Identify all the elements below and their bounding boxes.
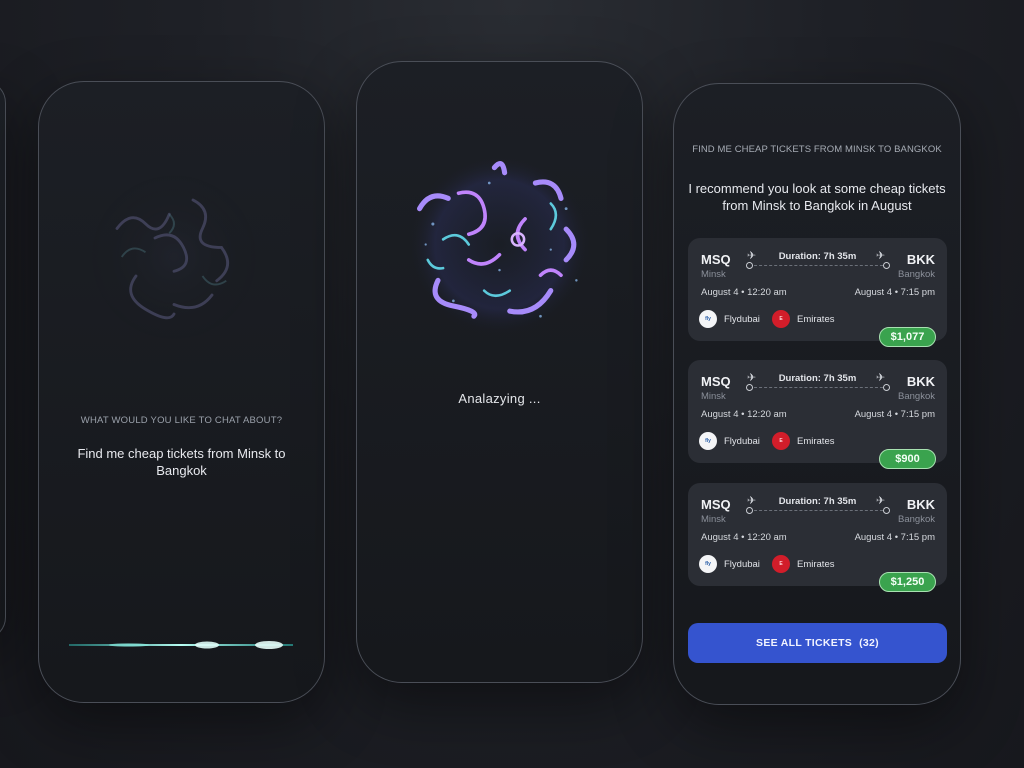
arrival-time: August 4 • 7:15 pm [854,532,935,543]
airline-flydubai: fly Flydubai [699,310,760,328]
destination-code: BKK [906,374,935,389]
emirates-logo-icon: E [772,310,790,328]
route-end-dot [883,507,890,514]
phone-frame-results: FIND ME CHEAP TICKETS FROM MINSK TO BANG… [673,83,961,705]
route-start-dot [746,262,753,269]
user-prompt-text: Find me cheap tickets from Minsk to Bang… [77,446,286,478]
flydubai-logo-icon: fly [699,310,717,328]
route-line [749,510,888,511]
route-line [749,265,888,266]
departure-time: August 4 • 12:20 am [701,409,787,420]
route-end-dot [883,262,890,269]
particle-orb-graphic [86,169,262,345]
departure-time: August 4 • 12:20 am [701,532,787,543]
ticket-card[interactable]: MSQ Minsk ✈ Duration: 7h 35m ✈ BKK Bangk… [688,483,947,592]
voice-orb-dim [79,162,269,352]
origin-city: Minsk [701,514,726,525]
airline-flydubai: fly Flydubai [699,432,760,450]
see-all-count: (32) [859,637,879,649]
airline-emirates: E Emirates [772,310,834,328]
destination-city: Bangkok [898,391,935,402]
query-caption: FIND ME CHEAP TICKETS FROM MINSK TO BANG… [692,144,942,155]
route-end-dot [883,384,890,391]
see-all-tickets-button[interactable]: SEE ALL TICKETS (32) [688,623,947,663]
voice-waveform[interactable] [69,637,293,653]
flydubai-logo-icon: fly [699,555,717,573]
emirates-logo-icon: E [772,555,790,573]
airline-name: Flydubai [724,435,760,447]
route-start-dot [746,384,753,391]
origin-city: Minsk [701,391,726,402]
airline-name: Emirates [797,435,835,447]
emirates-logo-icon: E [772,432,790,450]
voice-orb-active [397,147,602,342]
airline-emirates: E Emirates [772,432,834,450]
airline-name: Emirates [797,558,835,570]
price-badge[interactable]: $1,077 [879,327,936,347]
destination-code: BKK [906,497,935,512]
ticket-card[interactable]: MSQ Minsk ✈ Duration: 7h 35m ✈ BKK Bangk… [688,360,947,469]
destination-code: BKK [906,252,935,267]
origin-city: Minsk [701,269,726,280]
destination-city: Bangkok [898,269,935,280]
route-line [749,387,888,388]
destination-city: Bangkok [898,514,935,525]
airline-name: Flydubai [724,558,760,570]
price-badge[interactable]: $900 [879,449,936,469]
phone-frame-analyzing: Analazying ... [356,61,643,683]
phone-frame-partial [0,80,6,640]
plane-landing-icon: ✈ [876,495,886,507]
price-badge[interactable]: $1,250 [879,572,936,592]
plane-landing-icon: ✈ [876,372,886,384]
airline-emirates: E Emirates [772,555,834,573]
assistant-answer: I recommend you look at some cheap ticke… [688,181,946,213]
arrival-time: August 4 • 7:15 pm [854,409,935,420]
see-all-label: SEE ALL TICKETS [756,637,853,649]
particle-orb-graphic [407,152,592,337]
airline-name: Emirates [797,313,835,325]
flydubai-logo-icon: fly [699,432,717,450]
phone-frame-chat: WHAT WOULD YOU LIKE TO CHAT ABOUT? Find … [38,81,325,703]
arrival-time: August 4 • 7:15 pm [854,287,935,298]
airline-name: Flydubai [724,313,760,325]
chat-caption: WHAT WOULD YOU LIKE TO CHAT ABOUT? [80,415,283,426]
plane-landing-icon: ✈ [876,250,886,262]
waveform-graphic [69,641,293,649]
route-start-dot [746,507,753,514]
airline-flydubai: fly Flydubai [699,555,760,573]
ticket-card[interactable]: MSQ Minsk ✈ Duration: 7h 35m ✈ BKK Bangk… [688,238,947,347]
analyzing-status: Analazying ... [458,391,541,406]
departure-time: August 4 • 12:20 am [701,287,787,298]
